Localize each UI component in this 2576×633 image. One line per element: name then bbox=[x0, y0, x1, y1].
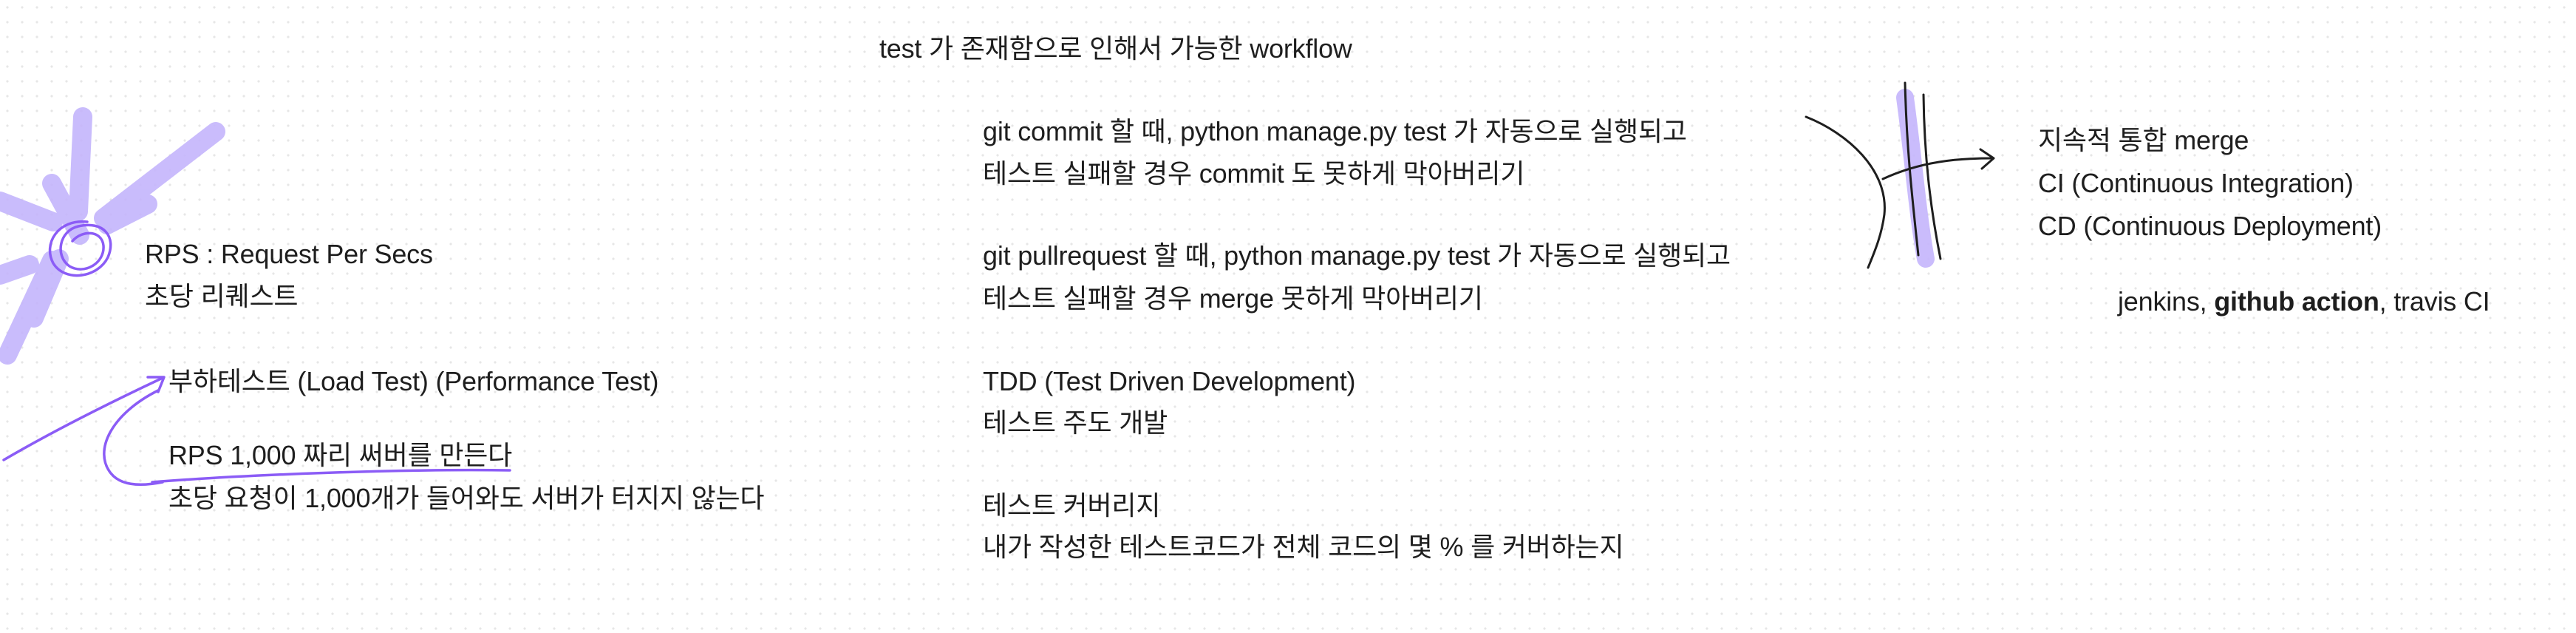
commit-line-2: 테스트 실패할 경우 commit 도 못하게 막아버리기 bbox=[983, 158, 1525, 189]
workflow-title: test 가 존재함으로 인해서 가능한 workflow bbox=[879, 33, 1352, 64]
burst-stroke-top bbox=[69, 107, 92, 221]
tool-github-action: github action bbox=[2214, 286, 2379, 316]
underline-rps-1000 bbox=[151, 468, 511, 484]
load-test-example-detail: 초당 요청이 1,000개가 들어와도 서버가 터지지 않는다 bbox=[168, 483, 765, 513]
load-test-heading: 부하테스트 (Load Test) (Performance Test) bbox=[168, 366, 659, 396]
rps-term: RPS : Request Per Secs bbox=[145, 239, 433, 269]
burst-stroke-edge bbox=[0, 255, 39, 285]
pullrequest-line-1: git pullrequest 할 때, python manage.py te… bbox=[983, 240, 1731, 271]
pullrequest-line-2: 테스트 실패할 경우 merge 못하게 막아버리기 bbox=[983, 283, 1483, 314]
hash-sign-icon bbox=[1805, 81, 1995, 269]
tdd-heading: TDD (Test Driven Development) bbox=[983, 366, 1356, 396]
cd-line: CD (Continuous Deployment) bbox=[2038, 211, 2382, 241]
rps-meaning: 초당 리퀘스트 bbox=[145, 281, 299, 311]
tool-travis: , travis CI bbox=[2379, 286, 2490, 316]
burst-stroke-left bbox=[0, 192, 63, 231]
hash-curve-left bbox=[1805, 115, 1886, 269]
hash-arrow-shaft bbox=[1881, 157, 1994, 180]
ci-line: CI (Continuous Integration) bbox=[2038, 168, 2354, 198]
load-test-example: RPS 1,000 짜리 써버를 만든다 bbox=[168, 440, 513, 470]
tool-jenkins: jenkins, bbox=[2118, 286, 2215, 316]
coverage-meaning: 내가 작성한 테스트코드가 전체 코드의 몇 % 를 커버하는지 bbox=[983, 532, 1624, 562]
coverage-heading: 테스트 커버리지 bbox=[983, 490, 1161, 521]
tdd-meaning: 테스트 주도 개발 bbox=[983, 407, 1168, 438]
curved-arrow-shaft bbox=[2, 377, 163, 461]
curved-arrow-loop bbox=[103, 389, 164, 486]
commit-line-1: git commit 할 때, python manage.py test 가 … bbox=[983, 116, 1687, 146]
ci-tools-line: jenkins, github action, travis CI bbox=[2118, 285, 2490, 318]
burst-stroke-upper-right bbox=[94, 122, 225, 228]
whiteboard-canvas[interactable]: test 가 존재함으로 인해서 가능한 workflow RPS : Requ… bbox=[0, 0, 2576, 633]
ci-cd-merge: 지속적 통합 merge bbox=[2038, 125, 2249, 155]
